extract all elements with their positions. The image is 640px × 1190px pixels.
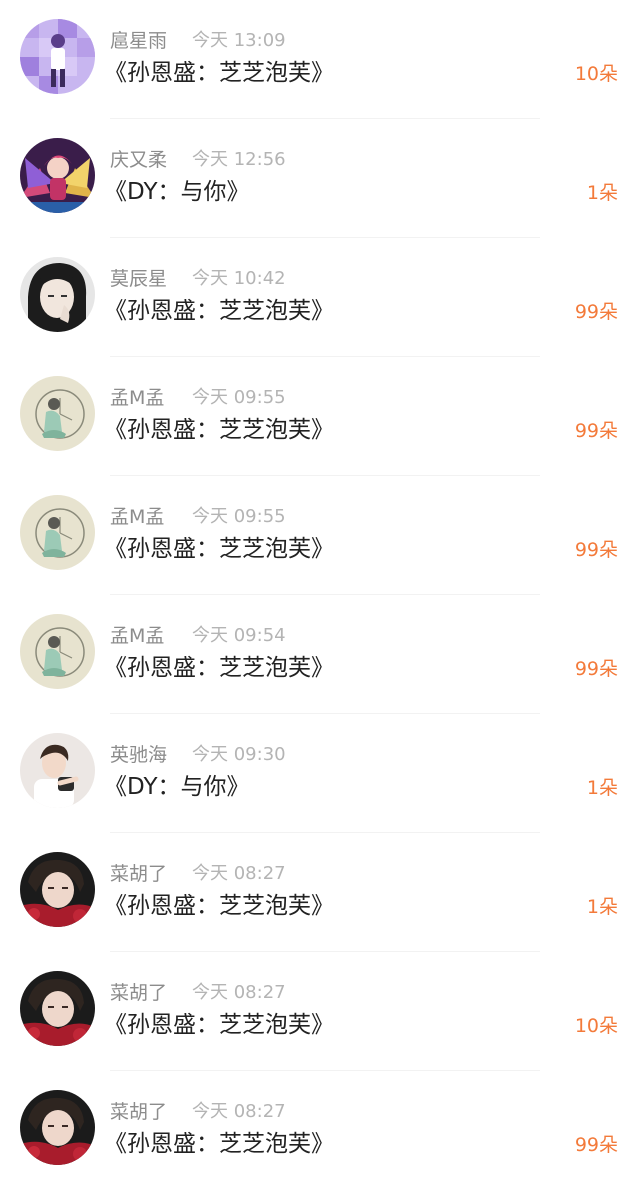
timestamp: 今天 08:27 xyxy=(192,863,286,884)
timestamp: 今天 13:09 xyxy=(192,30,286,51)
song-title: 《孙恩盛：芝芝泡芙》 xyxy=(104,893,334,919)
user-name[interactable]: 菜胡了 xyxy=(110,978,167,1005)
gift-count: 1朵 xyxy=(586,896,618,918)
timestamp: 今天 09:30 xyxy=(192,744,286,765)
song-title: 《孙恩盛：芝芝泡芙》 xyxy=(104,298,334,324)
song-title: 《DY：与你》 xyxy=(104,774,250,800)
gift-count: 10朵 xyxy=(574,63,618,85)
gift-count: 1朵 xyxy=(586,182,618,204)
user-name[interactable]: 扈星雨 xyxy=(110,26,167,53)
song-title: 《DY：与你》 xyxy=(104,179,250,205)
gift-record-list: 扈星雨 今天 13:09 《孙恩盛：芝芝泡芙》 10朵 庆又柔 今天 12:56… xyxy=(0,0,640,1186)
song-title: 《孙恩盛：芝芝泡芙》 xyxy=(104,536,334,562)
list-item[interactable]: 菜胡了 今天 08:27 《孙恩盛：芝芝泡芙》 10朵 xyxy=(0,952,640,1071)
song-title: 《孙恩盛：芝芝泡芙》 xyxy=(104,1012,334,1038)
avatar-portrait-light-icon[interactable] xyxy=(20,733,95,808)
list-item[interactable]: 孟M孟 今天 09:54 《孙恩盛：芝芝泡芙》 99朵 xyxy=(0,595,640,714)
avatar-portrait-dark-icon[interactable] xyxy=(20,257,95,332)
list-item[interactable]: 菜胡了 今天 08:27 《孙恩盛：芝芝泡芙》 1朵 xyxy=(0,833,640,952)
gift-count: 99朵 xyxy=(574,658,618,680)
avatar-portrait-red-icon[interactable] xyxy=(20,1090,95,1165)
avatar-purple-icon[interactable] xyxy=(20,19,95,94)
timestamp: 今天 08:27 xyxy=(192,1101,286,1122)
user-name[interactable]: 孟M孟 xyxy=(110,502,164,529)
user-name[interactable]: 孟M孟 xyxy=(110,621,164,648)
gift-count: 99朵 xyxy=(574,420,618,442)
user-name[interactable]: 菜胡了 xyxy=(110,1097,167,1124)
avatar-sketch-clock-icon[interactable] xyxy=(20,495,95,570)
avatar-sketch-clock-icon[interactable] xyxy=(20,376,95,451)
timestamp: 今天 10:42 xyxy=(192,268,286,289)
avatar-sketch-clock-icon[interactable] xyxy=(20,614,95,689)
timestamp: 今天 09:55 xyxy=(192,387,286,408)
song-title: 《孙恩盛：芝芝泡芙》 xyxy=(104,1131,334,1157)
list-item[interactable]: 莫辰星 今天 10:42 《孙恩盛：芝芝泡芙》 99朵 xyxy=(0,238,640,357)
user-name[interactable]: 英驰海 xyxy=(110,740,167,767)
timestamp: 今天 12:56 xyxy=(192,149,286,170)
user-name[interactable]: 庆又柔 xyxy=(110,145,167,172)
song-title: 《孙恩盛：芝芝泡芙》 xyxy=(104,60,334,86)
avatar-portrait-red-icon[interactable] xyxy=(20,971,95,1046)
avatar-anime-wings-icon[interactable] xyxy=(20,138,95,213)
list-item[interactable]: 庆又柔 今天 12:56 《DY：与你》 1朵 xyxy=(0,119,640,238)
gift-count: 99朵 xyxy=(574,539,618,561)
list-item[interactable]: 英驰海 今天 09:30 《DY：与你》 1朵 xyxy=(0,714,640,833)
list-item[interactable]: 菜胡了 今天 08:27 《孙恩盛：芝芝泡芙》 99朵 xyxy=(0,1071,640,1190)
avatar-portrait-red-icon[interactable] xyxy=(20,852,95,927)
timestamp: 今天 09:55 xyxy=(192,506,286,527)
list-item[interactable]: 扈星雨 今天 13:09 《孙恩盛：芝芝泡芙》 10朵 xyxy=(0,0,640,119)
list-item[interactable]: 孟M孟 今天 09:55 《孙恩盛：芝芝泡芙》 99朵 xyxy=(0,357,640,476)
list-item[interactable]: 孟M孟 今天 09:55 《孙恩盛：芝芝泡芙》 99朵 xyxy=(0,476,640,595)
gift-count: 1朵 xyxy=(586,777,618,799)
gift-count: 99朵 xyxy=(574,1134,618,1156)
gift-count: 10朵 xyxy=(574,1015,618,1037)
user-name[interactable]: 菜胡了 xyxy=(110,859,167,886)
timestamp: 今天 08:27 xyxy=(192,982,286,1003)
user-name[interactable]: 莫辰星 xyxy=(110,264,167,291)
song-title: 《孙恩盛：芝芝泡芙》 xyxy=(104,655,334,681)
user-name[interactable]: 孟M孟 xyxy=(110,383,164,410)
gift-count: 99朵 xyxy=(574,301,618,323)
song-title: 《孙恩盛：芝芝泡芙》 xyxy=(104,417,334,443)
timestamp: 今天 09:54 xyxy=(192,625,286,646)
